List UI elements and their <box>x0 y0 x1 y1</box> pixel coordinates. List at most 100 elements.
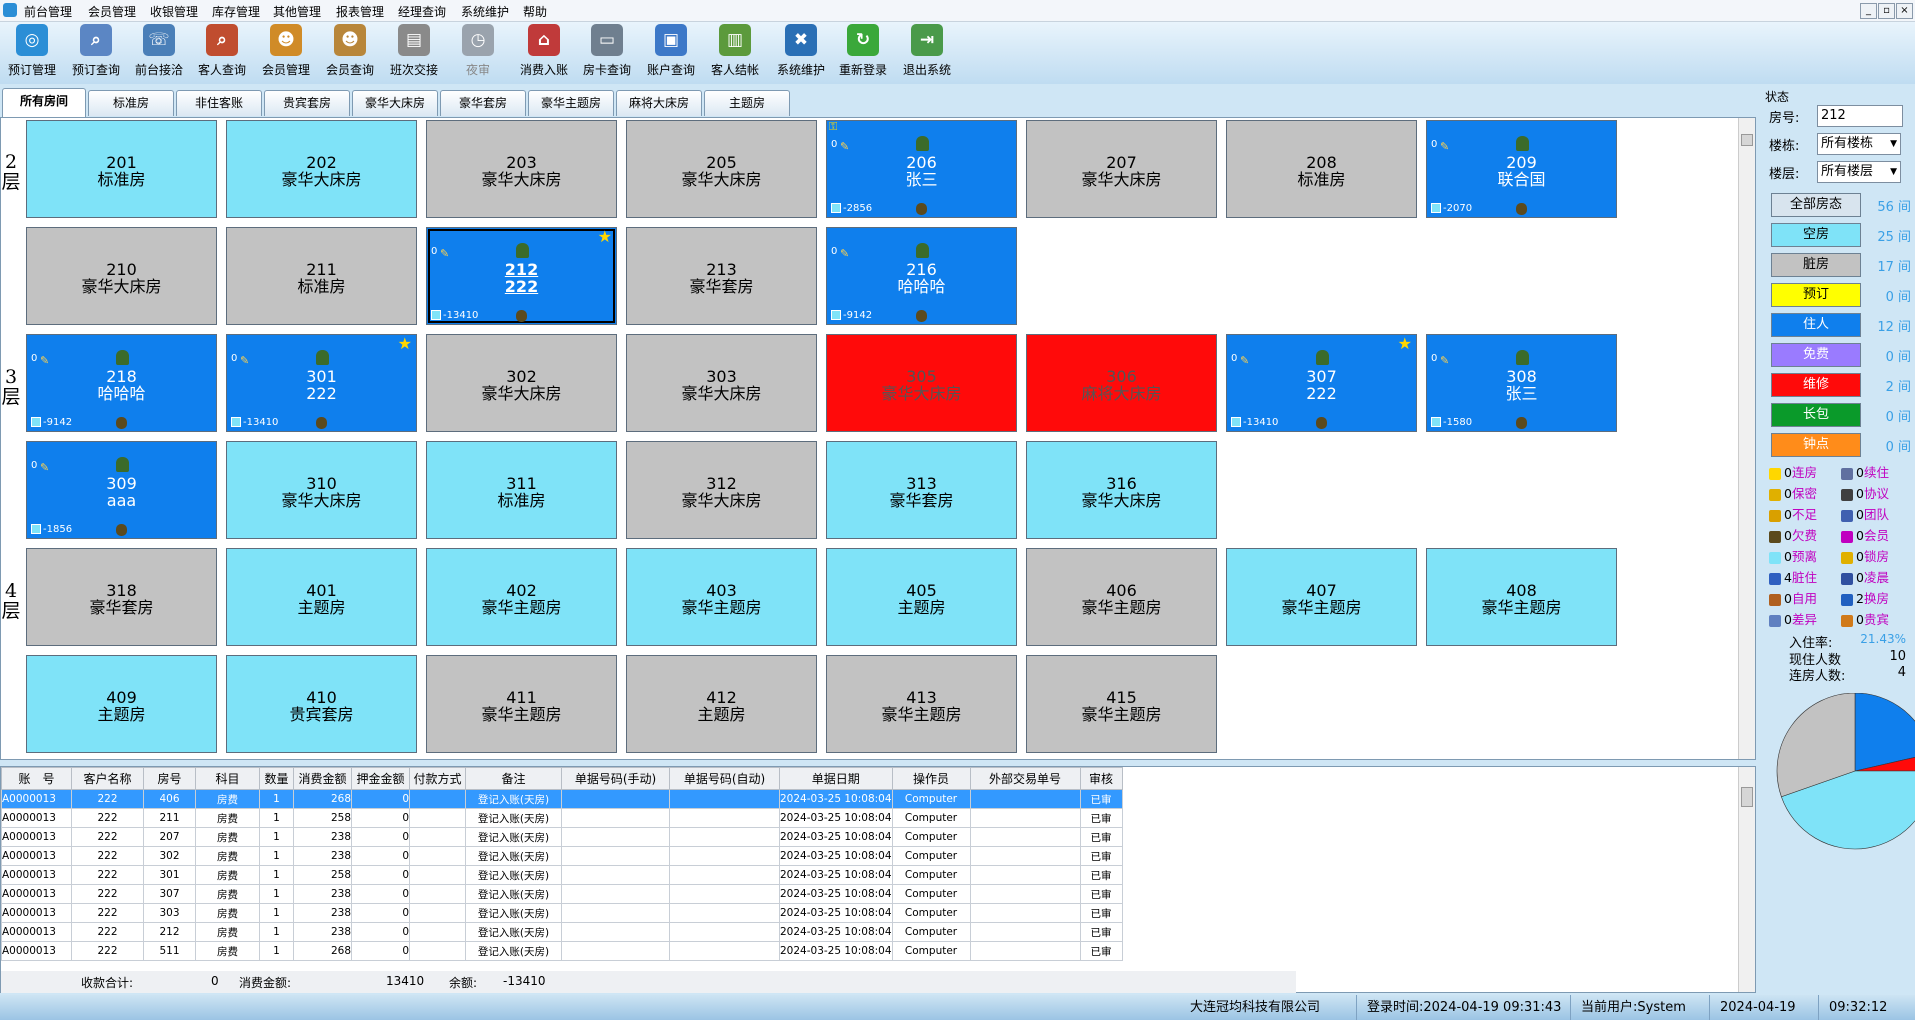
room-tile-415[interactable]: 415 豪华主题房 <box>1026 655 1217 753</box>
status-filter-button-6[interactable]: 维修 <box>1771 373 1861 397</box>
room-scrollbar[interactable] <box>1738 118 1755 759</box>
column-header-8[interactable]: 备注 <box>465 767 562 790</box>
table-row[interactable]: A0000013 222 301 房费 1 258 0 登记入账(天房) 2024-03-25 … <box>1 865 1123 885</box>
toolbar-button-6[interactable]: ▤ 班次交接 <box>386 24 442 82</box>
status-filter-button-1[interactable]: 空房 <box>1771 223 1861 247</box>
room-tile-309[interactable]: 309 aaa 0 ✎ -1856 <box>26 441 217 539</box>
menu-item-4[interactable]: 其他管理 <box>273 3 321 20</box>
tab-0[interactable]: 所有房间 <box>2 88 86 118</box>
menu-item-5[interactable]: 报表管理 <box>336 3 384 20</box>
tab-8[interactable]: 主题房 <box>704 90 790 116</box>
column-header-0[interactable]: 账 号 <box>1 767 72 790</box>
toolbar-button-7[interactable]: ◷ 夜审 <box>450 24 506 82</box>
column-header-5[interactable]: 消费金额 <box>293 767 352 790</box>
room-tile-318[interactable]: 318 豪华套房 <box>26 548 217 646</box>
room-tile-303[interactable]: 303 豪华大床房 <box>626 334 817 432</box>
room-tile-301[interactable]: 301 222 0 ✎ -13410 ★ <box>226 334 417 432</box>
toolbar-button-13[interactable]: ↻ 重新登录 <box>834 24 892 82</box>
room-tile-412[interactable]: 412 主题房 <box>626 655 817 753</box>
toolbar-button-11[interactable]: ▥ 客人结帐 <box>706 24 764 82</box>
tab-5[interactable]: 豪华套房 <box>440 90 526 116</box>
room-number-input[interactable]: 212 <box>1817 105 1903 127</box>
column-header-1[interactable]: 客户名称 <box>71 767 144 790</box>
toolbar-button-2[interactable]: ☏ 前台接洽 <box>131 24 187 82</box>
room-tile-302[interactable]: 302 豪华大床房 <box>426 334 617 432</box>
tab-4[interactable]: 豪华大床房 <box>352 90 438 116</box>
room-tile-311[interactable]: 311 标准房 <box>426 441 617 539</box>
status-filter-button-7[interactable]: 长包 <box>1771 403 1861 427</box>
toolbar-button-14[interactable]: ⇥ 退出系统 <box>898 24 956 82</box>
room-tile-408[interactable]: 408 豪华主题房 <box>1426 548 1617 646</box>
toolbar-button-4[interactable]: ☻ 会员管理 <box>258 24 314 82</box>
status-filter-button-5[interactable]: 免费 <box>1771 343 1861 367</box>
table-row[interactable]: A0000013 222 212 房费 1 238 0 登记入账(天房) 2024-03-25 … <box>1 922 1123 942</box>
column-header-7[interactable]: 付款方式 <box>409 767 466 790</box>
status-filter-button-2[interactable]: 脏房 <box>1771 253 1861 277</box>
table-row[interactable]: A0000013 222 307 房费 1 238 0 登记入账(天房) 2024-03-25 … <box>1 884 1123 904</box>
room-tile-209[interactable]: 209 联合国 0 ✎ -2070 <box>1426 120 1617 218</box>
column-header-9[interactable]: 单据号码(手动) <box>561 767 670 790</box>
room-tile-312[interactable]: 312 豪华大床房 <box>626 441 817 539</box>
room-tile-202[interactable]: 202 豪华大床房 <box>226 120 417 218</box>
toolbar-button-9[interactable]: ▭ 房卡查询 <box>578 24 636 82</box>
table-row[interactable]: A0000013 222 511 房费 1 268 0 登记入账(天房) 2024-03-25 … <box>1 941 1123 961</box>
room-tile-407[interactable]: 407 豪华主题房 <box>1226 548 1417 646</box>
room-tile-410[interactable]: 410 贵宾套房 <box>226 655 417 753</box>
column-header-13[interactable]: 外部交易单号 <box>969 767 1081 790</box>
room-tile-307[interactable]: 307 222 0 ✎ -13410 ★ <box>1226 334 1417 432</box>
room-tile-316[interactable]: 316 豪华大床房 <box>1026 441 1217 539</box>
floor-select[interactable]: 所有楼层 ▼ <box>1817 161 1901 183</box>
room-tile-206[interactable]: 206 张三 0 ✎ -2856 ⚿ <box>826 120 1017 218</box>
tab-6[interactable]: 豪华主题房 <box>528 90 614 116</box>
tab-7[interactable]: 麻将大床房 <box>616 90 702 116</box>
column-header-4[interactable]: 数量 <box>259 767 294 790</box>
room-tile-205[interactable]: 205 豪华大床房 <box>626 120 817 218</box>
column-header-12[interactable]: 操作员 <box>891 767 971 790</box>
column-header-10[interactable]: 单据号码(自动) <box>669 767 780 790</box>
menu-item-1[interactable]: 会员管理 <box>88 3 136 20</box>
room-tile-401[interactable]: 401 主题房 <box>226 548 417 646</box>
table-row[interactable]: A0000013 222 303 房费 1 238 0 登记入账(天房) 2024-03-25 … <box>1 903 1123 923</box>
table-row[interactable]: A0000013 222 406 房费 1 268 0 登记入账(天房) 2024-03-25 … <box>1 789 1123 809</box>
menu-item-8[interactable]: 帮助 <box>523 3 547 20</box>
menu-item-6[interactable]: 经理查询 <box>398 3 446 20</box>
room-tile-210[interactable]: 210 豪华大床房 <box>26 227 217 325</box>
table-row[interactable]: A0000013 222 302 房费 1 238 0 登记入账(天房) 2024-03-25 … <box>1 846 1123 866</box>
column-header-14[interactable]: 审核 <box>1079 767 1123 790</box>
status-filter-button-4[interactable]: 住人 <box>1771 313 1861 337</box>
room-tile-218[interactable]: 218 哈哈哈 0 ✎ -9142 <box>26 334 217 432</box>
toolbar-button-10[interactable]: ▣ 账户查询 <box>642 24 700 82</box>
building-select[interactable]: 所有楼栋 ▼ <box>1817 133 1901 155</box>
room-tile-406[interactable]: 406 豪华主题房 <box>1026 548 1217 646</box>
room-tile-208[interactable]: 208 标准房 <box>1226 120 1417 218</box>
close-button[interactable]: × <box>1896 3 1913 19</box>
room-tile-308[interactable]: 308 张三 0 ✎ -1580 <box>1426 334 1617 432</box>
room-tile-402[interactable]: 402 豪华主题房 <box>426 548 617 646</box>
tab-1[interactable]: 标准房 <box>88 90 174 116</box>
room-tile-405[interactable]: 405 主题房 <box>826 548 1017 646</box>
room-tile-310[interactable]: 310 豪华大床房 <box>226 441 417 539</box>
room-tile-213[interactable]: 213 豪华套房 <box>626 227 817 325</box>
tab-2[interactable]: 非住客账 <box>176 90 262 116</box>
toolbar-button-5[interactable]: ☻ 会员查询 <box>322 24 378 82</box>
grid-scroll-thumb[interactable] <box>1741 787 1753 807</box>
menu-item-7[interactable]: 系统维护 <box>461 3 509 20</box>
room-tile-313[interactable]: 313 豪华套房 <box>826 441 1017 539</box>
room-tile-411[interactable]: 411 豪华主题房 <box>426 655 617 753</box>
room-tile-306[interactable]: 306 麻将大床房 <box>1026 334 1217 432</box>
toolbar-button-1[interactable]: ⌕ 预订查询 <box>68 24 124 82</box>
toolbar-button-3[interactable]: ⌕ 客人查询 <box>194 24 250 82</box>
minimize-button[interactable]: _ <box>1860 3 1877 19</box>
menu-item-3[interactable]: 库存管理 <box>212 3 260 20</box>
column-header-2[interactable]: 房号 <box>143 767 196 790</box>
room-tile-201[interactable]: 201 标准房 <box>26 120 217 218</box>
table-row[interactable]: A0000013 222 207 房费 1 238 0 登记入账(天房) 2024-03-25 … <box>1 827 1123 847</box>
menu-item-2[interactable]: 收银管理 <box>150 3 198 20</box>
room-tile-413[interactable]: 413 豪华主题房 <box>826 655 1017 753</box>
room-tile-207[interactable]: 207 豪华大床房 <box>1026 120 1217 218</box>
restore-button[interactable]: ▫ <box>1878 3 1895 19</box>
status-filter-button-8[interactable]: 钟点 <box>1771 433 1861 457</box>
menu-item-0[interactable]: 前台管理 <box>24 3 72 20</box>
tab-3[interactable]: 贵宾套房 <box>264 90 350 116</box>
toolbar-button-12[interactable]: ✖ 系统维护 <box>770 24 832 82</box>
